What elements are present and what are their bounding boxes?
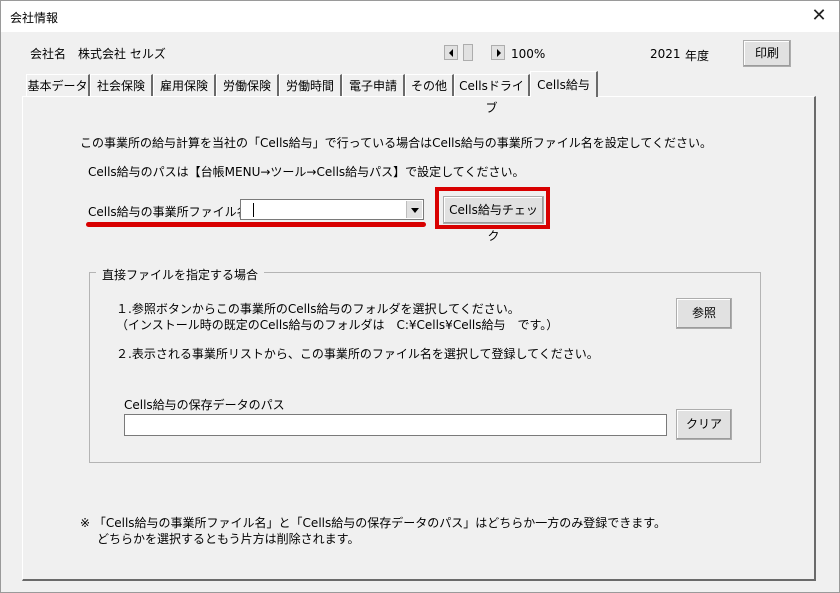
text-cursor [253,203,254,217]
save-path-label: Cells給与の保存データのパス [124,398,285,412]
company-label: 会社名 [30,47,67,61]
file-name-combobox[interactable] [240,199,424,220]
step2-text: ２.表示される事業所リストから、この事業所のファイル名を選択して登録してください… [116,347,599,361]
tab-employment-insurance[interactable]: 雇用保険 [153,74,216,96]
highlight-underline [86,222,426,227]
tab-cells-payroll[interactable]: Cells給与 [530,71,598,97]
tab-social-insurance[interactable]: 社会保険 [90,74,153,96]
note-text-1: ※ 「Cells給与の事業所ファイル名」と「Cells給与の保存データのパス」は… [80,516,667,530]
tab-e-application[interactable]: 電子申請 [342,74,405,96]
fiscal-year-unit: 年度 [685,49,710,63]
intro-text-2: Cells給与のパスは【台帳MENU→ツール→Cells給与パス】で設定してくだ… [88,165,525,179]
tab-basic-data[interactable]: 基本データ [26,74,90,96]
zoom-decrease-icon[interactable] [444,45,458,60]
group-title: 直接ファイルを指定する場合 [96,266,265,283]
note-text-2: どちらかを選択するともう片方は削除されます。 [97,532,360,546]
tab-labor-insurance[interactable]: 労働保険 [216,74,279,96]
step1-text-2: （インストール時の既定のCells給与のフォルダは C:¥Cells¥Cells… [116,318,559,332]
tab-cells-drive[interactable]: Cellsドライブ [454,74,530,115]
company-name: 株式会社 セルズ [78,47,166,61]
fiscal-year: 2021 [650,47,681,61]
window-title: 会社情報 [10,11,59,25]
zoom-increase-icon[interactable] [491,45,505,60]
close-icon[interactable]: ✕ [805,4,833,28]
chevron-down-icon[interactable] [406,201,422,218]
file-name-label: Cells給与の事業所ファイル名 [88,205,249,219]
intro-text-1: この事業所の給与計算を当社の「Cells給与」で行っている場合はCells給与の… [80,136,713,150]
step1-text-1: １.参照ボタンからこの事業所のCells給与のフォルダを選択してください。 [116,302,520,316]
tab-working-hours[interactable]: 労働時間 [279,74,342,96]
print-button[interactable]: 印刷 [743,40,791,67]
browse-button[interactable]: 参照 [676,298,732,329]
clear-button[interactable]: クリア [676,409,732,440]
zoom-level: 100% [511,47,546,61]
zoom-slider-thumb[interactable] [463,44,473,61]
tab-other[interactable]: その他 [405,74,454,96]
save-path-input[interactable] [124,414,667,436]
title-bar: 会社情報 ✕ [1,1,839,32]
highlight-box [435,187,550,229]
